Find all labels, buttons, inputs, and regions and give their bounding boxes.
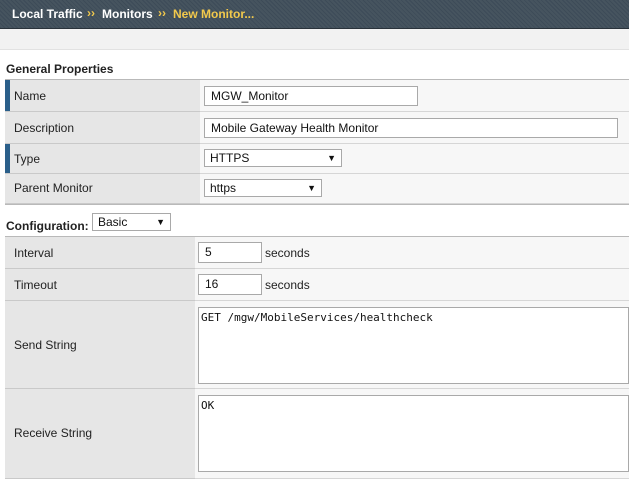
breadcrumb-separator: ››	[158, 6, 166, 20]
timeout-value-cell: 16 seconds	[195, 269, 629, 301]
breadcrumb-local-traffic[interactable]: Local Traffic	[12, 7, 83, 21]
parent-value-cell: https ▼	[200, 174, 629, 204]
name-label-cell: Name	[5, 80, 200, 112]
type-label: Type	[14, 152, 41, 166]
description-label: Description	[14, 121, 75, 135]
timeout-label: Timeout	[14, 278, 57, 292]
configuration-mode-select[interactable]: Basic ▼	[92, 213, 171, 231]
description-value-cell: Mobile Gateway Health Monitor	[200, 112, 629, 144]
interval-label-cell: Interval	[5, 237, 195, 269]
receive-string-label: Receive String	[14, 426, 93, 440]
interval-value-cell: 5 seconds	[195, 237, 629, 269]
interval-input[interactable]: 5	[198, 242, 262, 263]
general-properties-title: General Properties	[6, 62, 114, 76]
type-select-value: HTTPS	[210, 151, 250, 165]
configuration-mode-value: Basic	[98, 215, 128, 229]
parent-monitor-select-value: https	[210, 181, 237, 195]
configuration-title: Configuration:	[6, 219, 89, 233]
parent-monitor-label: Parent Monitor	[14, 181, 93, 195]
timeout-label-cell: Timeout	[5, 269, 195, 301]
interval-unit: seconds	[265, 246, 310, 260]
timeout-input[interactable]: 16	[198, 274, 262, 295]
breadcrumb-new-monitor: New Monitor...	[173, 7, 255, 21]
parent-monitor-select[interactable]: https ▼	[204, 179, 322, 197]
timeout-unit: seconds	[265, 278, 310, 292]
name-value-cell: MGW_Monitor	[200, 80, 629, 112]
required-marker	[5, 144, 10, 173]
toolbar-strip	[0, 29, 629, 50]
type-label-cell: Type	[5, 144, 200, 174]
send-string-label: Send String	[14, 338, 77, 352]
send-string-value-cell: GET /mgw/MobileServices/healthcheck	[195, 301, 629, 389]
required-marker	[5, 80, 10, 111]
chevron-down-icon: ▼	[307, 183, 316, 193]
description-input[interactable]: Mobile Gateway Health Monitor	[204, 118, 618, 138]
send-string-textarea[interactable]: GET /mgw/MobileServices/healthcheck	[198, 307, 629, 384]
breadcrumb-monitors[interactable]: Monitors	[102, 7, 153, 21]
name-label: Name	[14, 89, 47, 103]
description-label-cell: Description	[5, 112, 200, 144]
configuration-table: Interval 5 seconds Timeout 16 seconds Se…	[5, 236, 629, 479]
type-value-cell: HTTPS ▼	[200, 144, 629, 174]
parent-label-cell: Parent Monitor	[5, 174, 200, 204]
name-input[interactable]: MGW_Monitor	[204, 86, 418, 106]
receive-string-textarea[interactable]: OK	[198, 395, 629, 472]
chevron-down-icon: ▼	[156, 217, 165, 227]
breadcrumb-separator: ››	[87, 6, 95, 20]
send-string-label-cell: Send String	[5, 301, 195, 389]
chevron-down-icon: ▼	[327, 153, 336, 163]
receive-string-value-cell: OK	[195, 389, 629, 479]
type-select[interactable]: HTTPS ▼	[204, 149, 342, 167]
interval-label: Interval	[14, 246, 54, 260]
receive-string-label-cell: Receive String	[5, 389, 195, 479]
general-properties-table: Name MGW_Monitor Description Mobile Gate…	[5, 79, 629, 205]
